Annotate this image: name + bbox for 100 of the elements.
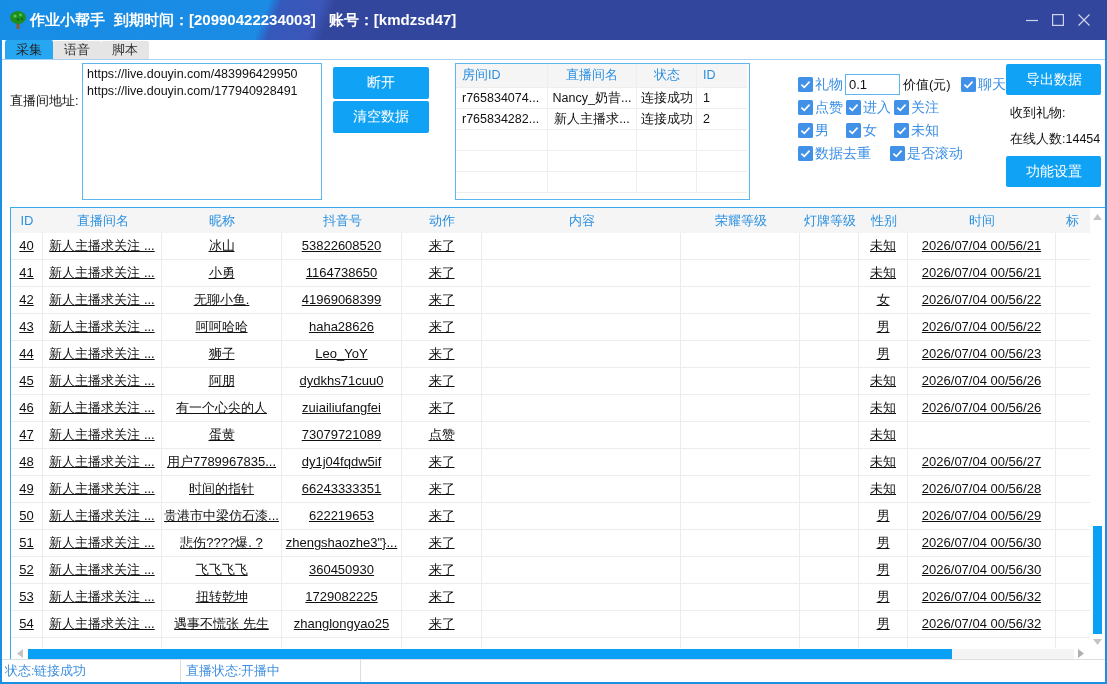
- table-cell: 男: [859, 584, 908, 610]
- table-cell: 新人主播求关注 ...: [43, 611, 162, 637]
- table-cell: r765834074...: [456, 88, 548, 108]
- column-header: 荣耀等级: [713, 212, 768, 230]
- address-label: 直播间地址:: [10, 93, 80, 109]
- tab[interactable]: 采集: [5, 40, 53, 59]
- table-cell: 新人主播求关注 ...: [43, 557, 162, 583]
- table-cell: 1729082225: [282, 584, 402, 610]
- table-cell: 47: [11, 422, 43, 448]
- table-cell: 2026/07/04 00/56/28: [908, 476, 1056, 502]
- table-cell: 2026/07/04 00/56/23: [908, 341, 1056, 367]
- table-cell: 54: [11, 611, 43, 637]
- table-cell: 阿朋: [162, 368, 282, 394]
- checkbox[interactable]: 是否滚动: [890, 144, 963, 163]
- table-cell: 来了: [402, 557, 482, 583]
- column-header: 抖音号: [321, 212, 363, 230]
- table-cell: 连接成功: [637, 109, 697, 129]
- status-text: 直播状态:开播中: [186, 662, 281, 680]
- export-button[interactable]: 导出数据: [1006, 64, 1101, 95]
- table-cell: 45: [11, 368, 43, 394]
- table-cell: 蛋黄: [162, 422, 282, 448]
- table-cell: 未知: [859, 422, 908, 448]
- table-cell: 44: [11, 341, 43, 367]
- table-cell: 男: [859, 611, 908, 637]
- table-cell: 飞飞飞飞: [162, 557, 282, 583]
- table-cell: 小勇: [162, 260, 282, 286]
- table-cell: 2026/07/04 00/56/32: [908, 611, 1056, 637]
- table-cell: 2026/07/04 00/56/22: [908, 287, 1056, 313]
- column-header: 直播间名: [548, 64, 637, 87]
- table-cell: 来了: [402, 584, 482, 610]
- table-cell: 呵呵哈哈: [162, 314, 282, 340]
- disconnect-button[interactable]: 断开: [333, 67, 429, 99]
- clear-data-button[interactable]: 清空数据: [333, 101, 429, 133]
- table-cell: 未知: [859, 449, 908, 475]
- checkbox[interactable]: 进入: [846, 98, 894, 117]
- table-cell: 2026/07/04 00/56/29: [908, 503, 1056, 529]
- checkbox[interactable]: 礼物: [798, 75, 843, 94]
- table-cell: haha28626: [282, 314, 402, 340]
- column-header: 时间: [968, 212, 996, 230]
- table-cell: 新人主播求关注 ...: [43, 422, 162, 448]
- table-cell: 来了: [402, 287, 482, 313]
- tab[interactable]: 语音: [53, 41, 101, 59]
- table-cell: 2026/07/04 00/56/30: [908, 557, 1056, 583]
- column-header: ID: [19, 212, 35, 230]
- column-header: 灯牌等级: [802, 212, 857, 230]
- table-cell: 2026/07/04 00/56/21: [908, 233, 1056, 259]
- table-cell: 2026/07/04 00/56/21: [908, 260, 1056, 286]
- table-cell: 来了: [402, 449, 482, 475]
- checkbox[interactable]: 未知: [894, 121, 942, 140]
- gift-value-field[interactable]: 0.1: [845, 74, 900, 95]
- app-title: 作业小帮手: [30, 10, 105, 30]
- table-cell: 女: [859, 287, 908, 313]
- table-cell: 46: [11, 395, 43, 421]
- table-cell: 连接成功: [637, 88, 697, 108]
- table-cell: 新人主播求关注 ...: [43, 314, 162, 340]
- table-cell: 狮子: [162, 341, 282, 367]
- table-cell: 73079721089: [282, 422, 402, 448]
- table-cell: 1164738650: [282, 260, 402, 286]
- close-icon: [1078, 14, 1090, 26]
- table-cell: 来了: [402, 503, 482, 529]
- checkbox[interactable]: 女: [846, 121, 894, 140]
- table-cell: 41: [11, 260, 43, 286]
- table-cell: 49: [11, 476, 43, 502]
- table-cell: 未知: [859, 233, 908, 259]
- arrow-right-icon: [1078, 649, 1084, 658]
- table-cell: 贵港市中梁仿石漆...: [162, 503, 282, 529]
- table-cell: 新人主播求关注 ...: [43, 530, 162, 556]
- table-cell: 男: [859, 341, 908, 367]
- checkbox[interactable]: 关注: [894, 98, 942, 117]
- table-cell: dy1j04fqdw5if: [282, 449, 402, 475]
- table-cell: 男: [859, 314, 908, 340]
- url-field[interactable]: https://live.douyin.com/483996429950 https://live.douyin.com/177940928491: [82, 63, 322, 200]
- column-header: 动作: [428, 212, 456, 230]
- table-cell: 新人主播求关注 ...: [43, 503, 162, 529]
- maximize-icon: [1052, 14, 1064, 26]
- table-cell: 男: [859, 503, 908, 529]
- checkbox[interactable]: 男: [798, 121, 846, 140]
- scrollbar-thumb[interactable]: [1092, 526, 1102, 634]
- table-cell: Nancy_奶昔...: [548, 88, 637, 108]
- table-cell: 冰山: [162, 233, 282, 259]
- table-cell: 66243333351: [282, 476, 402, 502]
- checkbox[interactable]: 点赞: [798, 98, 846, 117]
- table-cell: 50: [11, 503, 43, 529]
- column-header: 性别: [869, 212, 898, 230]
- checkbox[interactable]: 数据去重: [798, 144, 890, 163]
- settings-button[interactable]: 功能设置: [1006, 156, 1101, 187]
- checkbox[interactable]: 聊天: [960, 75, 1006, 94]
- arrow-up-icon: [1092, 214, 1102, 220]
- table-cell: 51: [11, 530, 43, 556]
- table-cell: 有一个心尖的人: [162, 395, 282, 421]
- table-cell: 男: [859, 557, 908, 583]
- column-header: 状态: [637, 64, 697, 87]
- table-cell: 2026/07/04 00/56/22: [908, 314, 1056, 340]
- tab[interactable]: 脚本: [101, 41, 149, 59]
- table-cell: 新人主播求关注 ...: [43, 233, 162, 259]
- table-cell: 2026/07/04 00/56/32: [908, 584, 1056, 610]
- table-cell: 新人主播求关注 ...: [43, 449, 162, 475]
- arrow-down-icon: [1092, 639, 1102, 645]
- tree-icon: [10, 11, 26, 29]
- table-cell: 未知: [859, 395, 908, 421]
